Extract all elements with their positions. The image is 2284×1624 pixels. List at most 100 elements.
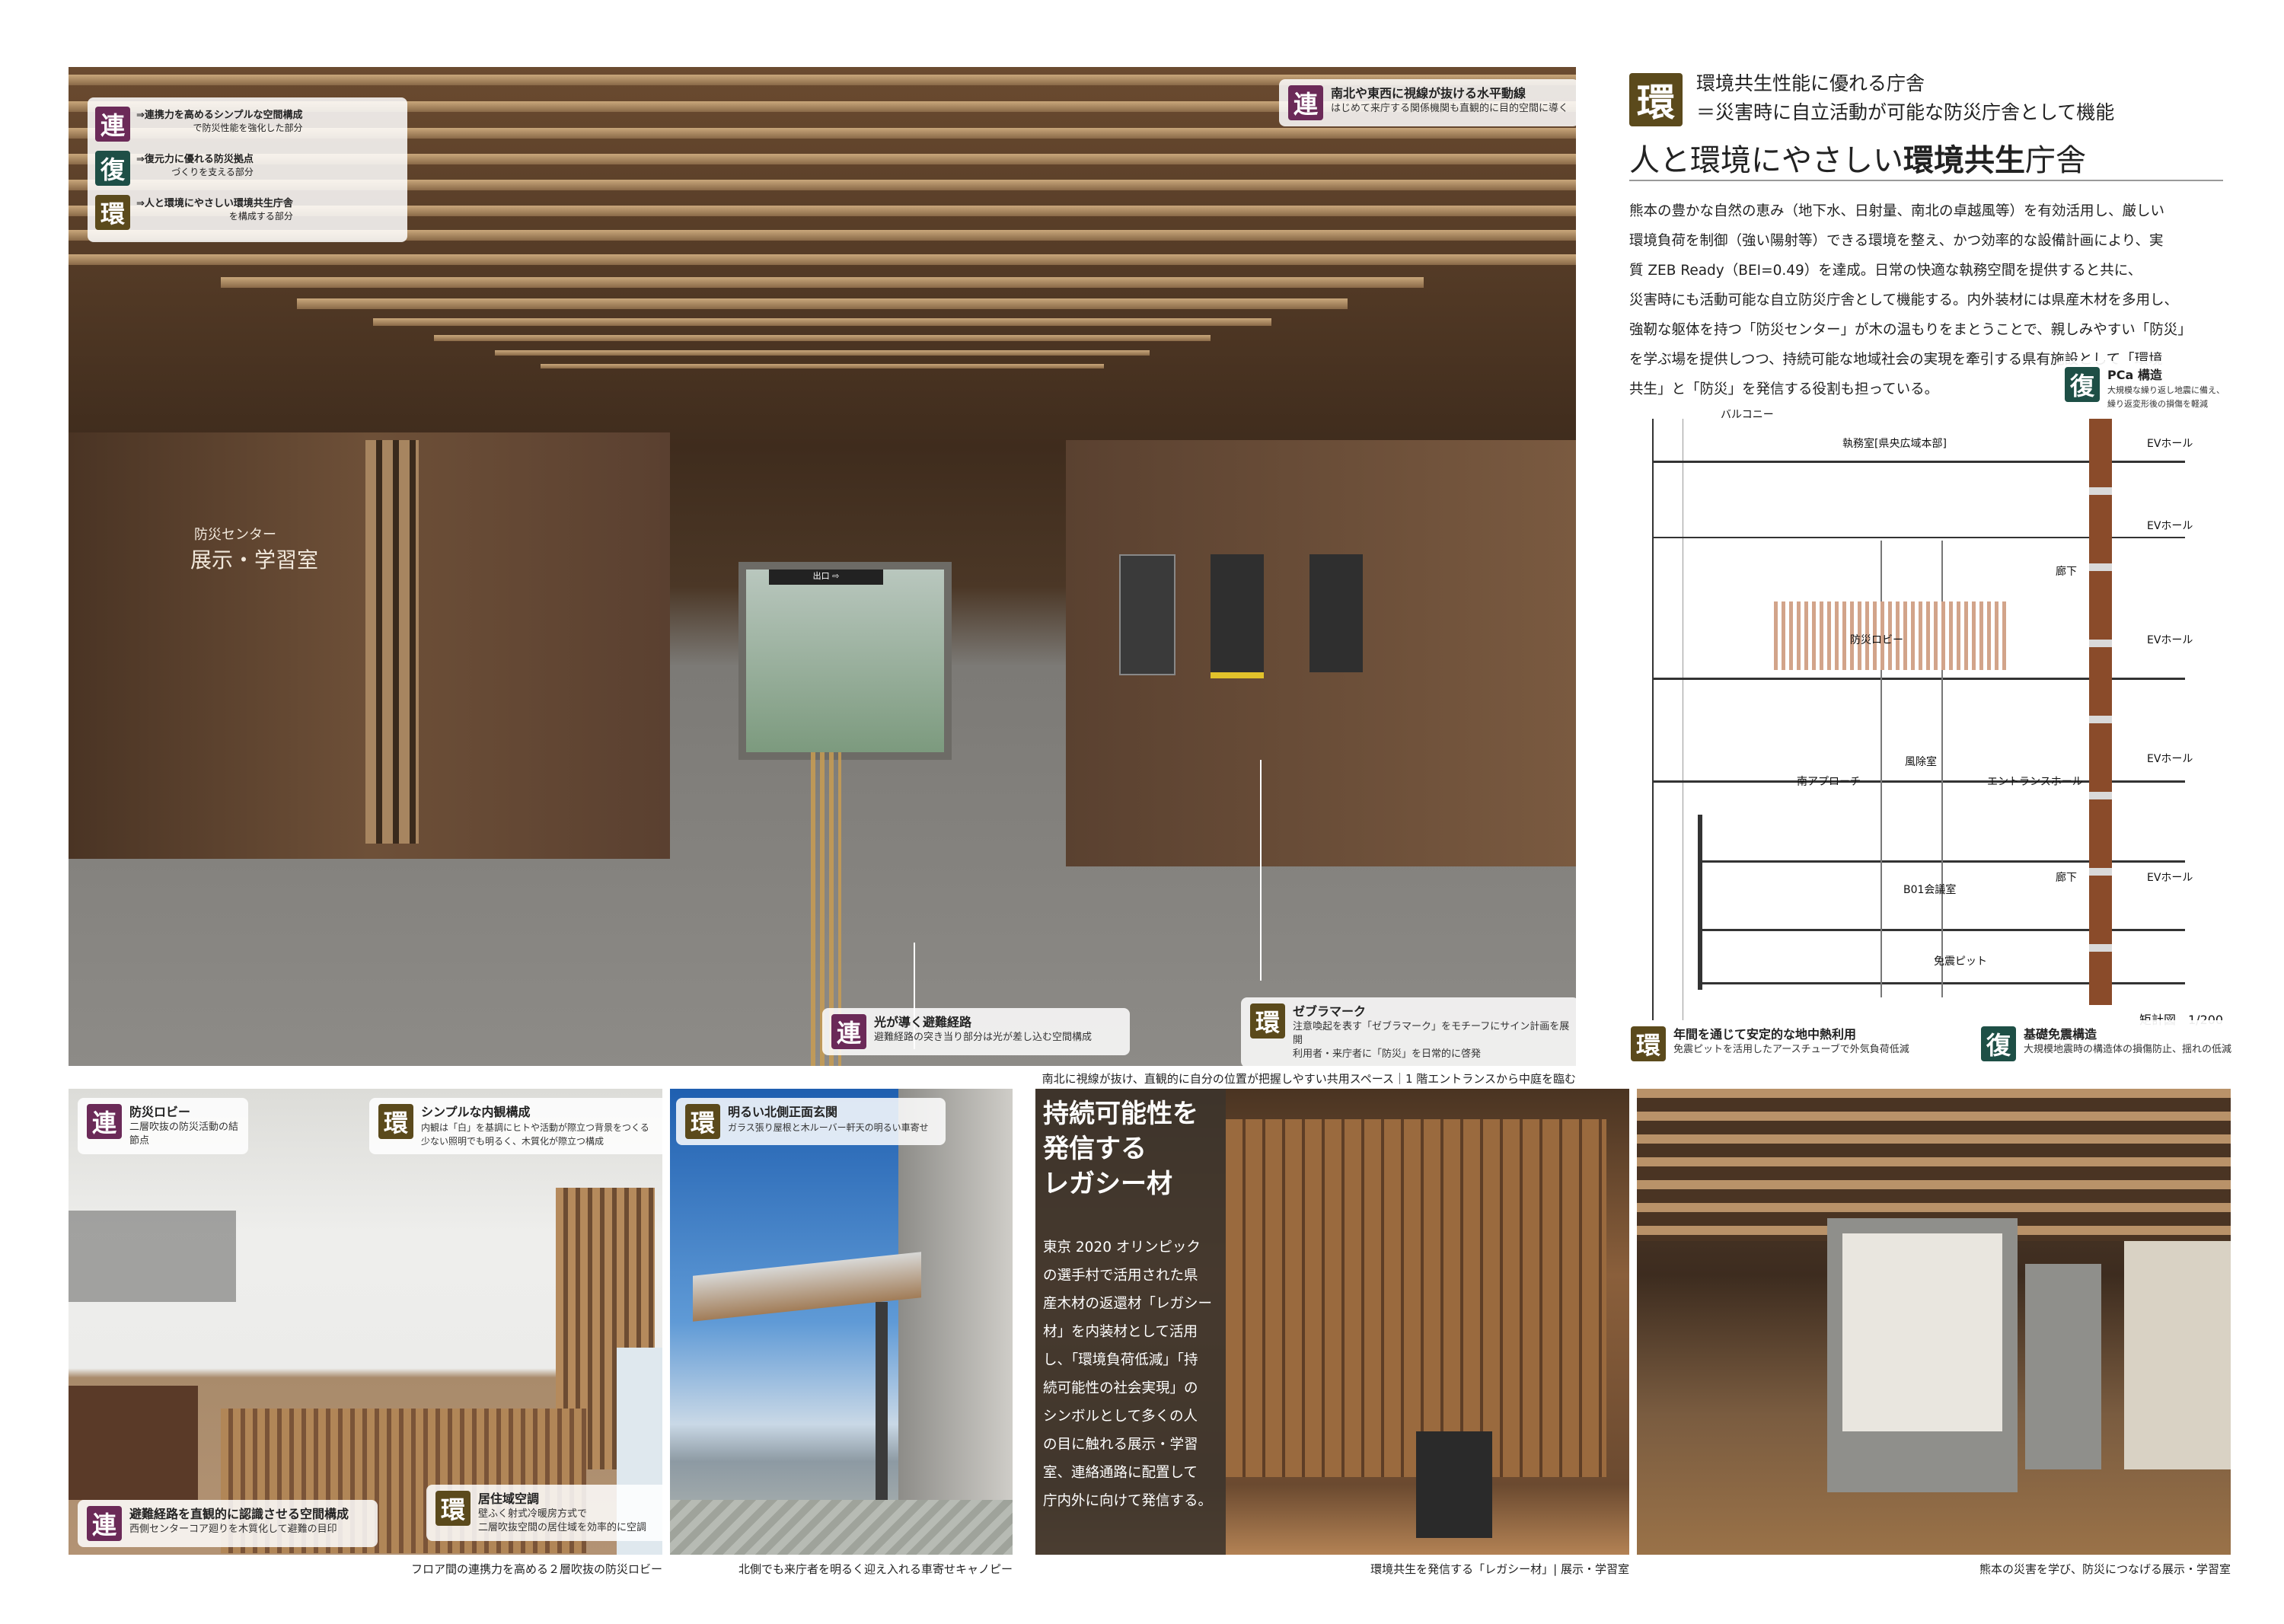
kan-badge: 環 (685, 1104, 720, 1139)
tag-evacuation-route: 連 光が導く避難経路 避難経路の突き当り部分は光が差し込む空間構成 (822, 1008, 1130, 1055)
page-title: 人と環境にやさしい環境共生庁舎 (1629, 136, 2086, 180)
legacy-line: 材」を内装材として活用 (1043, 1324, 1198, 1340)
fuku-badge: 復 (1981, 1026, 2016, 1061)
zebra-sign (1211, 554, 1264, 678)
body-line: 環境負荷を制御（強い陽射等）できる環境を整え、かつ効率的な設備計画により、実 (1629, 233, 2164, 249)
ren-badge: 連 (95, 107, 130, 142)
pca-column (2089, 419, 2112, 1005)
tag-sub: 免震ピットを活用したアースチューブで外気負荷低減 (1673, 1044, 1909, 1055)
legend-sub: で防災性能を強化した部分 (193, 123, 303, 133)
title-post: 庁舎 (2025, 143, 2086, 178)
tag-simple-interior: 環 シンプルな内観構成 内観は「白」を基調にヒトや活動が際立つ背景をつくる 少な… (369, 1098, 662, 1154)
tag-lobby: 連 防災ロビー 二層吹抜の防災活動の結節点 (78, 1098, 248, 1154)
tag-title: 年間を通じて安定的な地中熱利用 (1673, 1027, 1857, 1042)
legacy-heading-line: レガシー材 (1043, 1169, 1172, 1199)
label-ev-hall: EVホール (2147, 872, 2193, 884)
legend-sub: づくりを支える部分 (171, 167, 254, 177)
section-drawing: バルコニー 執務室[県央広域本部] EVホール EVホール 廊下 防災ロビー E… (1622, 404, 2231, 1035)
tag-title: 居住域空調 (478, 1492, 540, 1506)
tag-geothermal: 環 年間を通じて安定的な地中熱利用 免震ピットを活用したアースチューブで外気負荷… (1622, 1020, 1960, 1067)
tag-title: 光が導く避難経路 (874, 1015, 972, 1029)
exhibit-room-photo (1637, 1089, 2231, 1555)
tag-title: 基礎免震構造 (2024, 1027, 2097, 1042)
tag-pca-structure: 復 PCa 構造 大規模な繰り返し地震に備え、 繰り返変形後の損傷を軽減 (2056, 361, 2241, 417)
ren-badge: 連 (87, 1104, 122, 1139)
legacy-line: 庁内外に向けて発信する。 (1043, 1493, 1213, 1509)
tag-sub: 二層吹抜空間の居住域を効率的に空調 (478, 1522, 647, 1533)
tag-title: 明るい北側正面玄関 (728, 1105, 838, 1119)
legacy-line: 続可能性の社会実現」の (1043, 1380, 1198, 1396)
kan-badge: 環 (1631, 1026, 1666, 1061)
tag-title: 南北や東西に視線が抜ける水平動線 (1331, 86, 1526, 101)
label-ev-hall: EVホール (2147, 438, 2193, 450)
tag-sub: 二層吹抜の防災活動の結節点 (129, 1121, 239, 1147)
exit-sign: 出口 ⇨ (769, 570, 883, 585)
tag-sub: 壁ふく射式冷暖房方式で (478, 1508, 588, 1520)
label-ev-hall: EVホール (2147, 520, 2193, 532)
fuku-badge: 復 (95, 151, 130, 186)
tag-title: ゼブラマーク (1293, 1004, 1367, 1019)
label-meeting-room: B01会議室 (1903, 884, 1957, 896)
disaster-lobby-photo: 連 防災ロビー 二層吹抜の防災活動の結節点 環 シンプルな内観構成 内観は「白」… (69, 1089, 662, 1555)
title-bold: 環境共生 (1903, 143, 2025, 178)
legacy-photo-caption: 環境共生を発信する「レガシー材」| 展示・学習室 (1370, 1562, 1629, 1576)
legend-title: ⇒人と環境にやさしい環境共生庁舎 (136, 198, 293, 209)
legacy-line: 東京 2020 オリンピック (1043, 1240, 1201, 1255)
tag-sub: はじめて来庁する関係機関も直観的に目的空間に導く (1331, 103, 1569, 114)
tag-zone-air-conditioning: 環 居住域空調 壁ふく射式冷暖房方式で 二層吹抜空間の居住域を効率的に空調 (426, 1485, 662, 1541)
legacy-line: し、「環境負荷低減」「持 (1043, 1352, 1198, 1368)
ren-badge: 連 (831, 1014, 866, 1049)
body-line: 質 ZEB Ready（BEI=0.49）を達成。日常の快適な執務空間を提供する… (1629, 263, 2142, 279)
lobby-photo-caption: フロア間の連携力を高める２層吹抜の防災ロビー (410, 1562, 662, 1576)
legend-item-ren: 連 ⇒連携力を高めるシンプルな空間構成 で防災性能を強化した部分 (95, 107, 303, 142)
room-sign-large: 展示・学習室 (190, 547, 319, 573)
tag-sub: 少ない照明でも明るく、木質化が際立つ構成 (421, 1136, 604, 1147)
body-line: 災害時にも活動可能な自立防災庁舎として機能する。内外装材には県産木材を多用し、 (1629, 292, 2178, 308)
kan-badge: 環 (95, 195, 130, 230)
legend-item-kan: 環 ⇒人と環境にやさしい環境共生庁舎 を構成する部分 (95, 195, 293, 230)
canopy-photo-caption: 北側でも来庁者を明るく迎え入れる車寄せキャノピー (738, 1562, 1013, 1576)
tag-sub: 注意喚起を表す「ゼブラマーク」をモチーフにサイン計画を展開 (1293, 1021, 1570, 1046)
legacy-line: シンボルとして多くの人 (1043, 1409, 1198, 1425)
label-disaster-lobby: 防災ロビー (1850, 634, 1903, 646)
body-line: 強靭な躯体を持つ「防災センター」が木の温もりをまとうことで、親しみやすい「防災」 (1629, 322, 2192, 338)
label-windbreak: 風除室 (1905, 756, 1937, 768)
tag-sub: 避難経路の突き当り部分は光が差し込む空間構成 (874, 1032, 1093, 1043)
legacy-line: 産木材の返還材「レガシー (1043, 1296, 1213, 1312)
ren-badge: 連 (1288, 85, 1323, 120)
tag-title: シンプルな内観構成 (421, 1105, 531, 1119)
room-sign-small: 防災センター (194, 527, 276, 543)
floor-guide-sign (1309, 554, 1363, 672)
canopy-photo: 環 明るい北側正面玄関 ガラス張り屋根と木ルーバー軒天の明るい車寄せ (670, 1089, 1013, 1555)
legacy-wood-photo: 持続可能性を 発信する レガシー材 東京 2020 オリンピック の選手村で活用… (1035, 1089, 1629, 1555)
tag-sub: 大規模地震時の構造体の損傷防止、揺れの低減 (2024, 1044, 2232, 1055)
label-ev-hall: EVホール (2147, 753, 2193, 765)
header-line1: 環境共生性能に優れる庁舎 (1696, 72, 1925, 94)
tag-base-isolation: 復 基礎免震構造 大規模地震時の構造体の損傷防止、揺れの低減 (1972, 1020, 2241, 1067)
kan-badge: 環 (435, 1491, 471, 1526)
legend-sub: を構成する部分 (228, 211, 293, 222)
label-south-approach: 南アプローチ (1797, 776, 1861, 788)
title-pre: 人と環境にやさしい (1629, 143, 1903, 178)
tag-sub: ガラス張り屋根と木ルーバー軒天の明るい車寄せ (728, 1122, 929, 1133)
tag-zebra-mark: 環 ゼブラマーク 注意喚起を表す「ゼブラマーク」をモチーフにサイン計画を展開 利… (1241, 997, 1576, 1066)
label-corridor: 廊下 (2056, 566, 2077, 578)
legacy-heading-line: 発信する (1043, 1134, 1147, 1164)
body-line: 熊本の豊かな自然の恵み（地下水、日射量、南北の卓越風等）を有効活用し、厳しい (1629, 203, 2165, 219)
kan-badge: 環 (378, 1104, 413, 1139)
tag-title: 防災ロビー (129, 1105, 191, 1119)
label-entrance-hall: エントランスホール (1987, 776, 2083, 788)
label-corridor: 廊下 (2056, 872, 2077, 884)
tag-evacuation-space: 連 避難経路を直観的に認識させる空間構成 西側センターコア廻りを木質化して避難の… (78, 1500, 378, 1547)
tag-north-entrance: 環 明るい北側正面玄関 ガラス張り屋根と木ルーバー軒天の明るい車寄せ (676, 1098, 946, 1145)
legend-title: ⇒復元力に優れる防災拠点 (136, 154, 254, 165)
legend-box: 連 ⇒連携力を高めるシンプルな空間構成 で防災性能を強化した部分 復 ⇒復元力に… (88, 97, 407, 242)
tag-sub: 繰り返変形後の損傷を軽減 (2107, 399, 2208, 409)
fuku-badge: 復 (2065, 367, 2100, 402)
floor-map-sign (1119, 554, 1175, 675)
main-entrance-photo: 出口 ⇨ 防災センター 展示・学習室 連 ⇒連携力を高めるシンプルな空間構成 で… (69, 67, 1576, 1066)
legend-title: ⇒連携力を高めるシンプルな空間構成 (136, 110, 303, 121)
legacy-line: 室、連絡通路に配置して (1043, 1465, 1198, 1481)
label-balcony: バルコニー (1721, 409, 1774, 421)
label-isolation-pit: 免震ピット (1934, 956, 1987, 968)
